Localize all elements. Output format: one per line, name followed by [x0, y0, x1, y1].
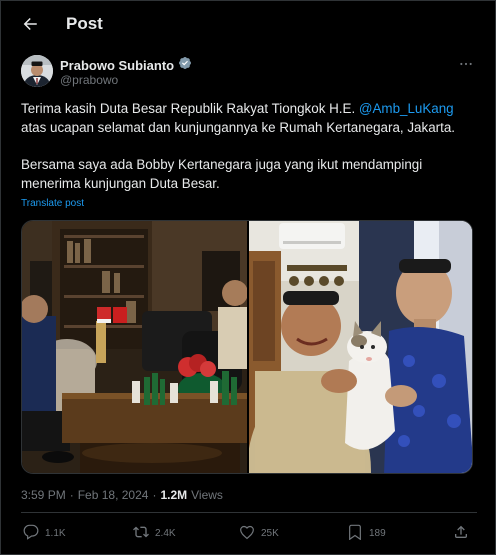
views-count: 1.2M	[160, 488, 188, 502]
meta-separator: ·	[69, 488, 74, 502]
share-icon	[453, 524, 469, 543]
repost-icon	[133, 524, 149, 543]
share-button[interactable]	[453, 524, 469, 543]
post-paragraph-2: Bersama saya ada Bobby Kertanegara juga …	[21, 157, 423, 191]
action-bar: 1.1K 2.4K 25K 189	[21, 524, 477, 548]
repost-count: 2.4K	[155, 528, 176, 539]
author-name[interactable]: Prabowo Subianto	[60, 58, 174, 73]
author-handle[interactable]: @prabowo	[60, 73, 118, 87]
page-header: Post	[0, 0, 496, 48]
like-count: 25K	[261, 528, 279, 539]
like-button[interactable]: 25K	[239, 524, 279, 543]
views-label: Views	[191, 488, 223, 502]
photo-with-cat[interactable]	[249, 221, 472, 473]
repost-button[interactable]: 2.4K	[133, 524, 176, 543]
heart-icon	[239, 524, 255, 543]
photo-meeting-room[interactable]	[22, 221, 247, 473]
verified-badge-icon	[178, 56, 192, 75]
post-date[interactable]: Feb 18, 2024	[78, 488, 149, 502]
post-text: Terima kasih Duta Besar Republik Rakyat …	[21, 99, 477, 193]
post-time[interactable]: 3:59 PM	[21, 488, 66, 502]
meta-separator: ·	[152, 488, 157, 502]
post-media	[21, 220, 473, 474]
reply-icon	[23, 524, 39, 543]
mention-link[interactable]: @Amb_LuKang	[359, 101, 454, 116]
reply-button[interactable]: 1.1K	[23, 524, 66, 543]
bookmark-count: 189	[369, 528, 386, 539]
bookmark-icon	[347, 524, 363, 543]
translate-post-link[interactable]: Translate post	[21, 198, 84, 209]
back-arrow-icon[interactable]	[18, 12, 42, 36]
avatar[interactable]	[21, 55, 53, 87]
reply-count: 1.1K	[45, 528, 66, 539]
bookmark-button[interactable]: 189	[347, 524, 386, 543]
more-options-icon[interactable]	[457, 55, 475, 73]
divider	[21, 512, 477, 513]
page-title: Post	[66, 14, 103, 33]
post-author: Prabowo Subianto @prabowo	[21, 55, 481, 91]
post-meta: 3:59 PM · Feb 18, 2024 · 1.2M Views	[21, 488, 223, 502]
post-paragraph-1: Terima kasih Duta Besar Republik Rakyat …	[21, 101, 455, 135]
